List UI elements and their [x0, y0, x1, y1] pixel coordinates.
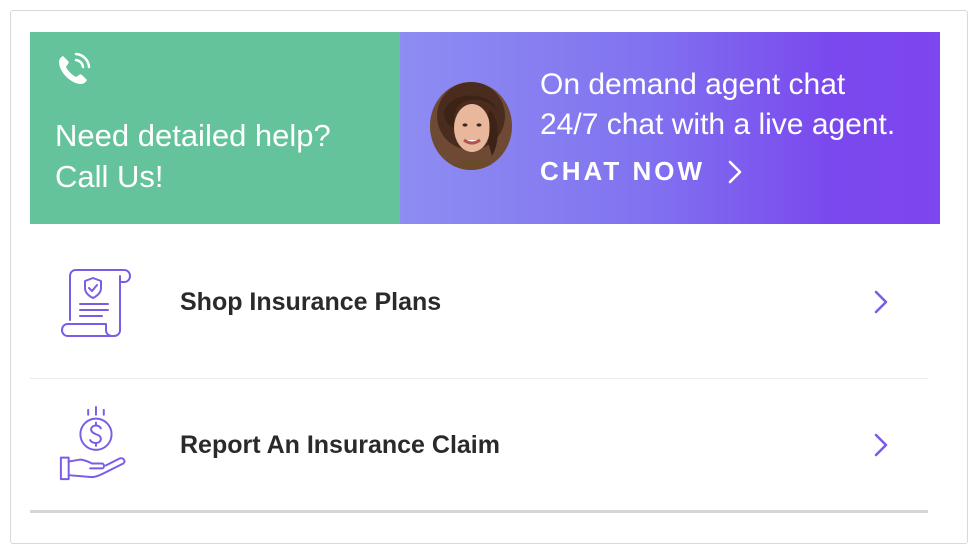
- bottom-divider: [30, 510, 928, 513]
- insurance-policy-icon: [61, 269, 131, 337]
- chevron-right-icon: [728, 160, 742, 183]
- chevron-right-icon: [874, 433, 888, 457]
- chat-now-label: CHAT NOW: [540, 156, 706, 186]
- call-us-text: Need detailed help? Call Us!: [55, 115, 331, 197]
- call-us-line-1: Need detailed help?: [55, 118, 331, 153]
- chat-subtitle: 24/7 chat with a live agent.: [540, 108, 896, 141]
- chevron-right-icon: [874, 290, 888, 314]
- agent-avatar: [430, 82, 512, 170]
- call-us-panel[interactable]: Need detailed help? Call Us!: [30, 32, 400, 224]
- money-hand-icon: [59, 405, 126, 481]
- call-us-line-2: Call Us!: [55, 159, 164, 194]
- report-claim-label: Report An Insurance Claim: [180, 430, 500, 459]
- help-banner: Need detailed help? Call Us! On demand a…: [30, 32, 940, 224]
- chat-now-panel[interactable]: On demand agent chat 24/7 chat with a li…: [400, 32, 940, 224]
- report-insurance-claim-row[interactable]: Report An Insurance Claim: [30, 375, 928, 515]
- phone-icon: [59, 52, 91, 84]
- shop-insurance-plans-row[interactable]: Shop Insurance Plans: [30, 232, 928, 372]
- shop-insurance-plans-label: Shop Insurance Plans: [180, 287, 442, 316]
- chat-now-button[interactable]: CHAT NOW: [540, 156, 743, 187]
- chat-title: On demand agent chat: [540, 68, 846, 101]
